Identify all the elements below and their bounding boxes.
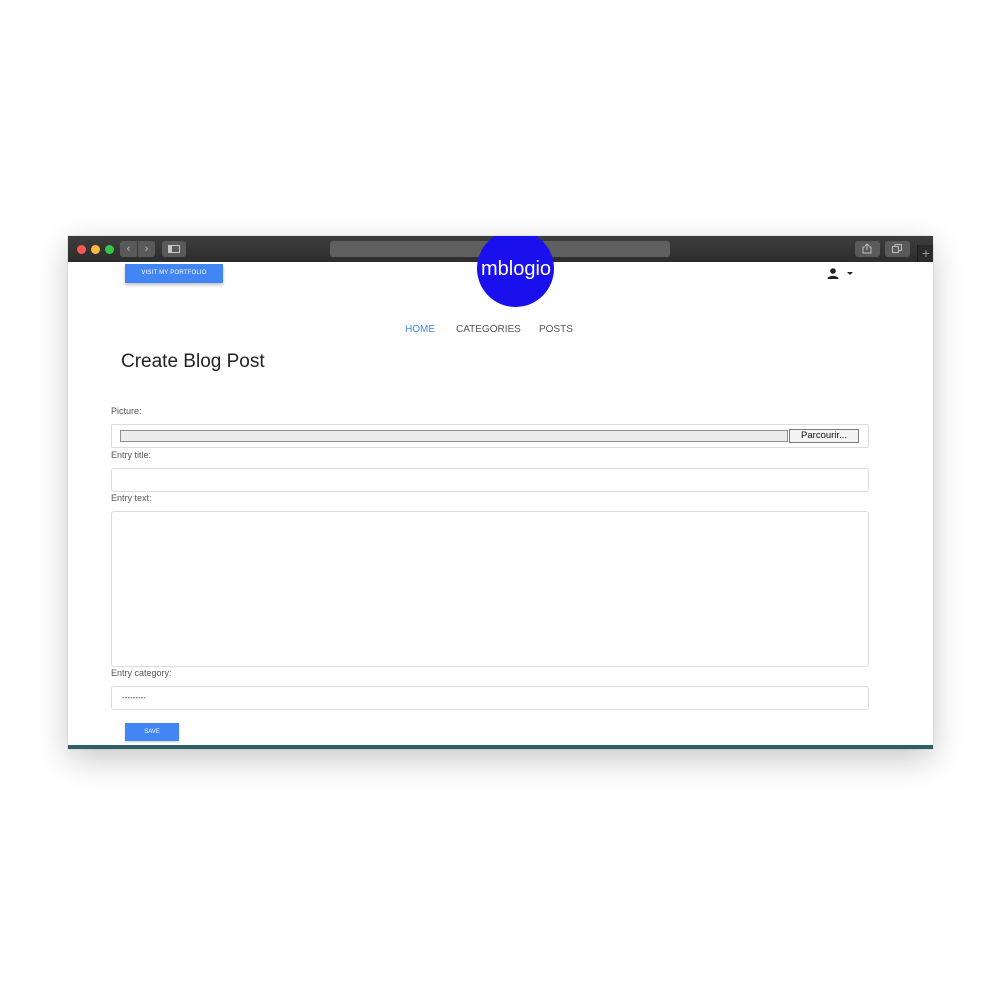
forward-button[interactable]: ›	[138, 241, 155, 257]
user-menu-toggle[interactable]	[827, 267, 855, 281]
entry-category-value: ---------	[122, 693, 146, 702]
footer-bar	[68, 745, 933, 749]
tabs-icon	[892, 244, 902, 253]
save-button[interactable]: save	[125, 723, 179, 741]
share-button[interactable]	[855, 241, 880, 257]
picture-file-input: Parcourir...	[111, 424, 869, 448]
sidebar-icon	[168, 245, 180, 253]
entry-text-textarea[interactable]	[111, 511, 869, 667]
close-window-button[interactable]	[77, 245, 86, 254]
minimize-window-button[interactable]	[91, 245, 100, 254]
browser-window: ‹ › + mblogio Visit my portfolio HOME CA…	[68, 236, 933, 749]
share-icon	[862, 243, 872, 254]
tab-overview-button[interactable]	[885, 241, 910, 257]
new-tab-button[interactable]: +	[917, 245, 933, 262]
entry-title-label: Entry title:	[111, 450, 152, 460]
visit-portfolio-button[interactable]: Visit my portfolio	[125, 264, 223, 283]
sidebar-toggle-button[interactable]	[162, 241, 186, 257]
caret-down-icon	[847, 272, 853, 275]
browse-button[interactable]: Parcourir...	[789, 429, 859, 443]
entry-category-label: Entry category:	[111, 668, 172, 678]
nav-item-home[interactable]: HOME	[405, 323, 435, 337]
picture-label: Picture:	[111, 406, 142, 416]
nav-item-posts[interactable]: POSTS	[539, 323, 573, 337]
back-button[interactable]: ‹	[120, 241, 137, 257]
entry-title-input[interactable]	[111, 468, 869, 492]
user-icon	[827, 268, 839, 279]
chevron-right-icon: ›	[144, 243, 149, 255]
entry-category-select[interactable]: ---------	[111, 686, 869, 710]
file-path-field[interactable]	[120, 430, 788, 442]
site-logo-text[interactable]: mblogio	[473, 257, 559, 281]
page-title: Create Blog Post	[121, 351, 265, 372]
chevron-left-icon: ‹	[126, 243, 131, 255]
nav-item-categories[interactable]: CATEGORIES	[456, 323, 521, 337]
zoom-window-button[interactable]	[105, 245, 114, 254]
web-page: mblogio Visit my portfolio HOME CATEGORI…	[68, 236, 933, 749]
main-nav: HOME CATEGORIES POSTS	[68, 323, 933, 337]
entry-text-label: Entry text:	[111, 493, 152, 503]
